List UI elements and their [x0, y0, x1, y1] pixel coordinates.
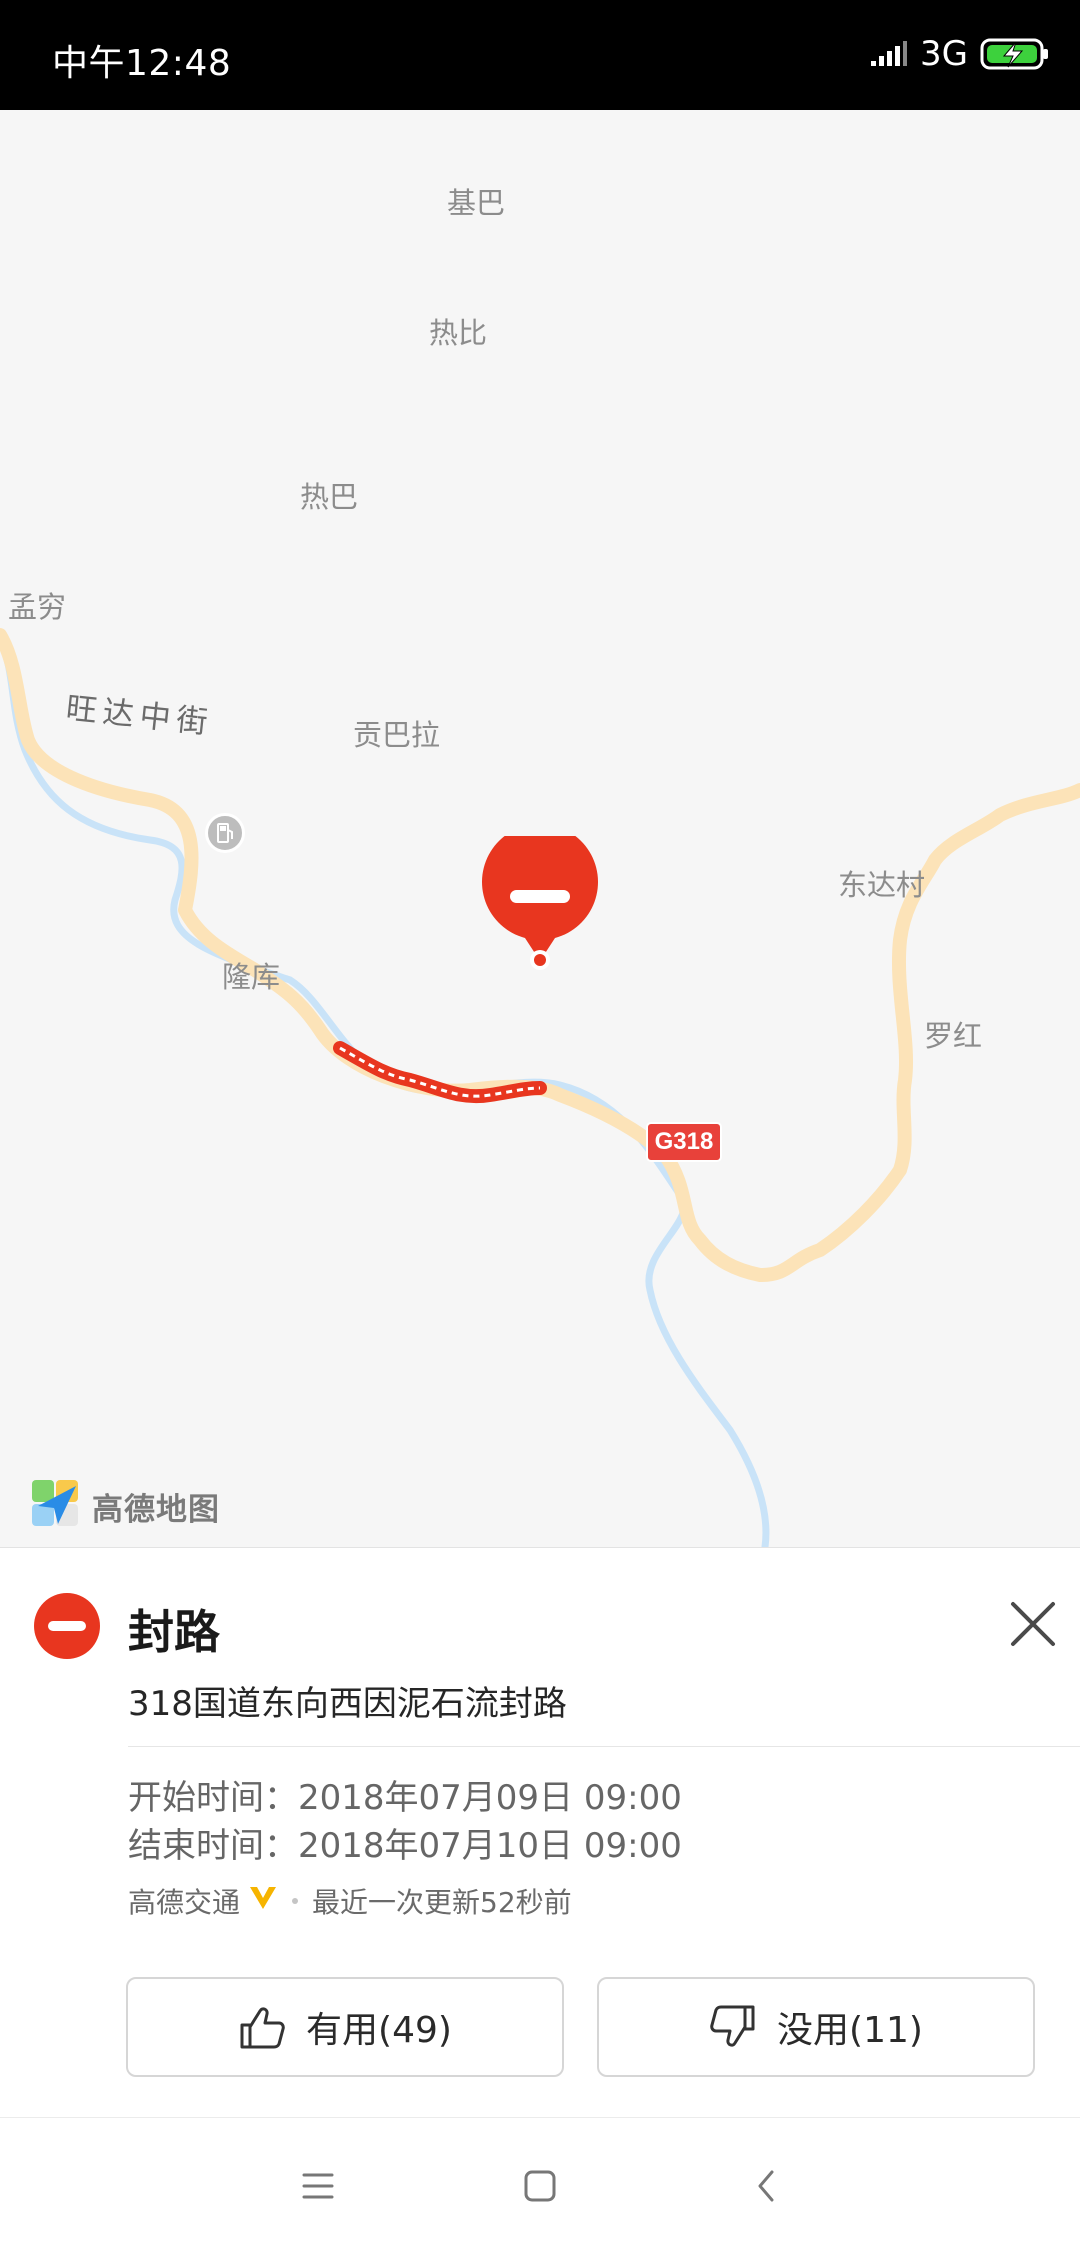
amap-brand-text: 高德地图	[92, 1491, 220, 1528]
place-label: 东达村	[838, 868, 926, 902]
useless-button[interactable]: 没用(11)	[597, 1977, 1035, 2077]
system-nav-bar	[0, 2117, 1080, 2248]
useful-button[interactable]: 有用(49)	[126, 1977, 564, 2077]
status-indicators: 3G	[870, 34, 1050, 74]
close-button[interactable]	[1005, 1596, 1061, 1652]
update-time: 最近一次更新52秒前	[312, 1886, 572, 1919]
status-bar: 中午12:48 3G	[0, 0, 1080, 110]
useful-label: 有用(49)	[306, 2010, 452, 2051]
source-name: 高德交通	[128, 1886, 241, 1919]
status-time: 中午12:48	[52, 43, 232, 84]
back-icon	[758, 2170, 774, 2202]
place-label: 罗红	[924, 1019, 983, 1053]
useless-label: 没用(11)	[777, 2010, 923, 2051]
gas-station-icon[interactable]	[205, 813, 245, 853]
road-closed-marker[interactable]	[480, 823, 600, 976]
place-label: 热巴	[300, 480, 359, 514]
thumbs-down-icon	[710, 2005, 755, 2047]
event-detail-sheet: 封路 318国道东向西因泥石流封路 开始时间：2018年07月09日 09:00…	[0, 1547, 1080, 2117]
event-description: 318国道东向西因泥石流封路	[128, 1684, 567, 1724]
amap-brand: 高德地图	[30, 1478, 220, 1534]
close-icon	[1011, 1602, 1055, 1646]
network-type: 3G	[920, 34, 968, 74]
home-button[interactable]	[512, 2158, 568, 2214]
signal-icon	[870, 41, 908, 67]
source-info: 高德交通 最近一次更新52秒前	[128, 1881, 572, 1921]
thumbs-up-icon	[240, 2007, 285, 2049]
back-button[interactable]	[738, 2158, 794, 2214]
place-label: 基巴	[447, 186, 506, 220]
home-icon	[524, 2170, 556, 2202]
menu-icon	[302, 2173, 334, 2199]
place-label: 孟穷	[8, 590, 67, 624]
end-time: 结束时间：2018年07月10日 09:00	[128, 1826, 682, 1866]
route-shield: G318	[646, 1122, 722, 1162]
event-title: 封路	[128, 1605, 220, 1659]
amap-logo-icon	[30, 1478, 82, 1534]
place-label: 热比	[429, 316, 488, 350]
battery-charging-icon	[980, 37, 1050, 71]
place-label: 贡巴拉	[353, 718, 441, 752]
menu-button[interactable]	[290, 2158, 346, 2214]
place-label: 隆库	[222, 960, 281, 994]
verified-v-icon	[248, 1885, 278, 1918]
road-closed-icon	[34, 1593, 100, 1659]
map-view[interactable]: 基巴 热比 热巴 孟穷 贡巴拉 隆库 东达村 罗红 旺达中街 G318 高德地图	[0, 110, 1080, 1547]
divider	[128, 1746, 1080, 1747]
separator-dot	[292, 1898, 299, 1904]
start-time: 开始时间：2018年07月09日 09:00	[128, 1778, 682, 1818]
